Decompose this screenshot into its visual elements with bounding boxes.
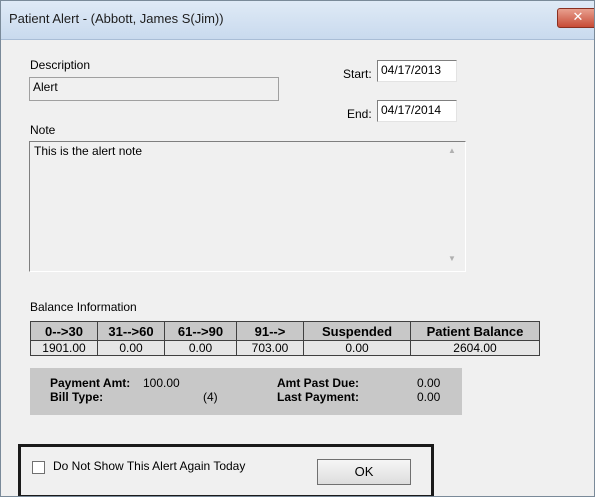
balance-value-row: 1901.00 0.00 0.00 703.00 0.00 2604.00	[30, 340, 540, 356]
value-patient-balance: 2604.00	[410, 340, 540, 356]
window-title: Patient Alert - (Abbott, James S(Jim))	[9, 11, 224, 26]
payment-panel: Payment Amt: 100.00 Bill Type: (4) Amt P…	[30, 368, 462, 415]
ok-button[interactable]: OK	[317, 459, 411, 485]
header-0-30: 0-->30	[30, 321, 98, 341]
title-bar: Patient Alert - (Abbott, James S(Jim)) ✕	[1, 1, 594, 40]
end-label: End:	[347, 107, 372, 121]
payment-amt-label: Payment Amt:	[50, 376, 131, 390]
scroll-up-arrow-icon[interactable]: ▲	[444, 146, 460, 160]
header-91-plus: 91-->	[236, 321, 304, 341]
header-61-90: 61-->90	[164, 321, 237, 341]
note-label: Note	[30, 123, 56, 137]
start-date-field[interactable]: 04/17/2013	[377, 60, 457, 82]
balance-info-label: Balance Information	[30, 300, 137, 314]
description-label: Description	[30, 58, 91, 72]
amt-past-due-value: 0.00	[417, 376, 441, 390]
value-91-plus: 703.00	[236, 340, 304, 356]
bill-type-value: (4)	[203, 390, 218, 404]
close-icon[interactable]: ✕	[558, 9, 594, 27]
footer-highlight-box: Do Not Show This Alert Again Today OK	[18, 444, 434, 496]
description-field[interactable]: Alert	[29, 77, 279, 101]
last-payment-label: Last Payment:	[277, 390, 360, 404]
header-suspended: Suspended	[303, 321, 411, 341]
note-text: This is the alert note	[34, 144, 143, 158]
last-payment-value: 0.00	[417, 390, 441, 404]
balance-header-row: 0-->30 31-->60 61-->90 91--> Suspended P…	[30, 321, 540, 341]
payment-amt-value: 100.00	[143, 376, 180, 390]
bill-type-label: Bill Type:	[50, 390, 104, 404]
description-value: Alert	[33, 80, 58, 94]
do-not-show-label[interactable]: Do Not Show This Alert Again Today	[53, 459, 245, 473]
header-31-60: 31-->60	[97, 321, 165, 341]
value-31-60: 0.00	[97, 340, 165, 356]
value-suspended: 0.00	[303, 340, 411, 356]
start-date-value: 04/17/2013	[381, 63, 442, 77]
scroll-down-arrow-icon[interactable]: ▼	[444, 254, 460, 268]
do-not-show-checkbox[interactable]	[32, 461, 45, 474]
balance-table: 0-->30 31-->60 61-->90 91--> Suspended P…	[30, 321, 540, 356]
end-date-value: 04/17/2014	[381, 103, 442, 117]
value-61-90: 0.00	[164, 340, 237, 356]
close-button[interactable]: ✕	[557, 8, 594, 28]
header-patient-balance: Patient Balance	[410, 321, 540, 341]
amt-past-due-label: Amt Past Due:	[277, 376, 360, 390]
note-textarea[interactable]: This is the alert note ▲ ▼	[29, 141, 466, 272]
value-0-30: 1901.00	[30, 340, 98, 356]
patient-alert-window: Patient Alert - (Abbott, James S(Jim)) ✕…	[0, 0, 595, 497]
end-date-field[interactable]: 04/17/2014	[377, 100, 457, 122]
start-label: Start:	[343, 67, 372, 81]
